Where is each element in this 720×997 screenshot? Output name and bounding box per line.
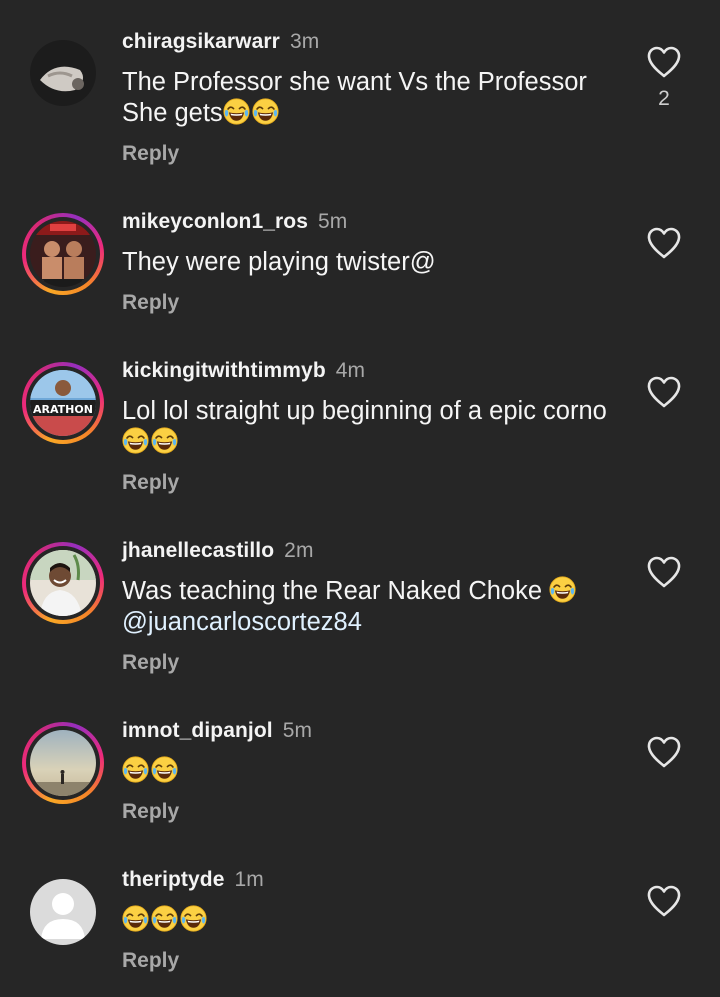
- username[interactable]: kickingitwithtimmyb: [122, 359, 326, 382]
- heart-outline-icon[interactable]: [646, 884, 682, 918]
- comment-meta: chiragsikarwarr 3m: [122, 30, 319, 54]
- reply-button[interactable]: Reply: [122, 949, 179, 973]
- avatar-photo: [30, 730, 96, 796]
- avatar-photo: ARATHON: [30, 370, 96, 436]
- comment-text: Lol lol straight up beginning of a epic …: [122, 396, 622, 458]
- comment-text: They were playing twister@: [122, 247, 622, 278]
- avatar[interactable]: ARATHON: [22, 362, 104, 444]
- username[interactable]: theriptyde: [122, 868, 225, 891]
- default-avatar-icon: [30, 879, 96, 945]
- avatar-photo: [30, 221, 96, 287]
- heart-outline-icon[interactable]: [646, 375, 682, 409]
- face-with-tears-of-joy-icon: [122, 756, 149, 783]
- comment-text: [122, 905, 622, 936]
- heart-outline-icon[interactable]: [646, 735, 682, 769]
- comment-meta: kickingitwithtimmyb 4m: [122, 359, 365, 383]
- comment-meta: theriptyde 1m: [122, 868, 264, 892]
- avatar[interactable]: [22, 542, 104, 624]
- reply-button[interactable]: Reply: [122, 291, 179, 315]
- comment-meta: jhanellecastillo 2m: [122, 539, 314, 563]
- face-with-tears-of-joy-icon: [151, 756, 178, 783]
- heart-outline-icon[interactable]: [646, 555, 682, 589]
- reply-button[interactable]: Reply: [122, 142, 179, 166]
- username[interactable]: jhanellecastillo: [122, 539, 274, 562]
- username[interactable]: imnot_dipanjol: [122, 719, 273, 742]
- timestamp: 1m: [234, 868, 264, 891]
- mention-link[interactable]: @juancarloscortez84: [122, 608, 362, 636]
- avatar[interactable]: [22, 871, 104, 953]
- avatar[interactable]: [22, 213, 104, 295]
- comment-meta: mikeyconlon1_ros 5m: [122, 210, 347, 234]
- face-with-tears-of-joy-icon: [223, 98, 250, 125]
- timestamp: 3m: [289, 30, 320, 53]
- username[interactable]: mikeyconlon1_ros: [122, 210, 308, 233]
- comment-body: Lol lol straight up beginning of a epic …: [122, 397, 607, 425]
- timestamp: 4m: [335, 359, 366, 382]
- face-with-tears-of-joy-icon: [252, 98, 279, 125]
- timestamp: 5m: [318, 210, 348, 233]
- face-with-tears-of-joy-icon: [180, 905, 207, 932]
- face-with-tears-of-joy-icon: [122, 905, 149, 932]
- reply-button[interactable]: Reply: [122, 651, 179, 675]
- reply-button[interactable]: Reply: [122, 800, 179, 824]
- avatar-text: ARATHON: [33, 403, 93, 416]
- comment-body: The Professor she want Vs the Professor …: [122, 68, 587, 127]
- reply-button[interactable]: Reply: [122, 471, 179, 495]
- timestamp: 2m: [284, 539, 314, 562]
- like-count[interactable]: 2: [646, 87, 682, 111]
- face-with-tears-of-joy-icon: [122, 427, 149, 454]
- avatar[interactable]: [22, 32, 104, 114]
- heart-outline-icon[interactable]: [646, 45, 682, 79]
- avatar-photo: [30, 550, 96, 616]
- comment-text: Was teaching the Rear Naked Choke @juanc…: [122, 576, 622, 638]
- comment-body: They were playing twister@: [122, 248, 436, 276]
- username[interactable]: chiragsikarwarr: [122, 30, 280, 53]
- avatar[interactable]: [22, 722, 104, 804]
- face-with-tears-of-joy-icon: [151, 427, 178, 454]
- comment-text: The Professor she want Vs the Professor …: [122, 67, 622, 129]
- comment-text: [122, 756, 622, 787]
- heart-outline-icon[interactable]: [646, 226, 682, 260]
- comment-body: Was teaching the Rear Naked Choke: [122, 577, 543, 605]
- comment-meta: imnot_dipanjol 5m: [122, 719, 312, 743]
- face-with-tears-of-joy-icon: [151, 905, 178, 932]
- face-with-tears-of-joy-icon: [549, 576, 576, 603]
- timestamp: 5m: [282, 719, 313, 742]
- avatar-photo: [30, 40, 96, 106]
